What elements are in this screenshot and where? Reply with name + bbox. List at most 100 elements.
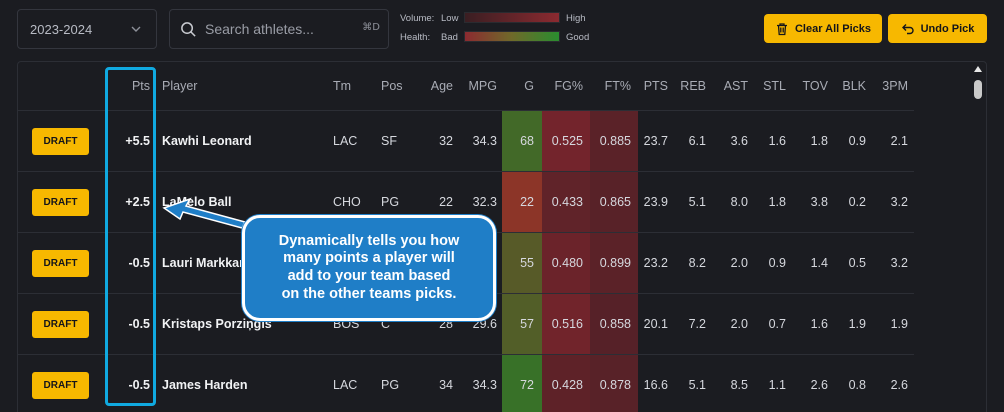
steals-cell: 1.6 xyxy=(768,134,786,148)
games-cell: 72 xyxy=(502,355,542,412)
ft-pct-cell: 0.865 xyxy=(590,172,638,232)
three-pm-cell: 1.9 xyxy=(890,317,908,331)
column-header-blk[interactable]: BLK xyxy=(836,62,866,110)
column-header-tov[interactable]: TOV xyxy=(798,62,828,110)
draft-cell: DRAFT xyxy=(18,294,103,354)
draft-cell: DRAFT xyxy=(18,172,103,232)
steals-cell: 0.7 xyxy=(768,317,786,331)
volume-gradient-bar xyxy=(464,12,560,23)
mpg-cell: 34.3 xyxy=(472,378,497,392)
rebounds-cell: 5.1 xyxy=(688,378,706,392)
draft-cell: DRAFT xyxy=(18,355,103,412)
chevron-down-icon xyxy=(131,26,141,32)
draft-button[interactable]: DRAFT xyxy=(32,310,89,338)
games-cell: 57 xyxy=(502,294,542,354)
scrollbar-thumb[interactable] xyxy=(974,80,982,99)
rebounds-cell: 5.1 xyxy=(688,195,706,209)
points-cell: 23.7 xyxy=(643,134,668,148)
blocks-cell: 0.5 xyxy=(848,256,866,270)
scroll-up-arrow-icon[interactable] xyxy=(974,66,982,72)
column-header-ast[interactable]: AST xyxy=(718,62,748,110)
column-header-reb[interactable]: REB xyxy=(678,62,706,110)
mpg-cell: 34.3 xyxy=(472,134,497,148)
draft-button[interactable]: DRAFT xyxy=(32,188,89,216)
blocks-cell: 0.2 xyxy=(848,195,866,209)
points-cell: 20.1 xyxy=(643,317,668,331)
fg-pct-cell: 0.516 xyxy=(542,294,590,354)
draft-cell: DRAFT xyxy=(18,233,103,293)
age-cell: 32 xyxy=(439,134,453,148)
search-icon xyxy=(181,22,196,37)
fg-pct-cell: 0.525 xyxy=(542,111,590,171)
ft-pct-cell: 0.858 xyxy=(590,294,638,354)
search-shortcut: ⌘D xyxy=(362,22,380,33)
column-header-player[interactable]: Player xyxy=(162,62,282,110)
player-name-cell[interactable]: James Harden xyxy=(162,355,282,412)
blocks-cell: 1.9 xyxy=(848,317,866,331)
turnovers-cell: 1.8 xyxy=(810,134,828,148)
position-cell: PG xyxy=(381,378,400,392)
assists-cell: 8.0 xyxy=(730,195,748,209)
fg-pct-cell: 0.428 xyxy=(542,355,590,412)
search-box[interactable]: ⌘D xyxy=(169,9,389,49)
team-cell: LAC xyxy=(333,134,358,148)
three-pm-cell: 2.1 xyxy=(890,134,908,148)
fg-pct-cell: 0.480 xyxy=(542,233,590,293)
team-cell: LAC xyxy=(333,378,358,392)
steals-cell: 1.1 xyxy=(768,378,786,392)
blocks-cell: 0.8 xyxy=(848,378,866,392)
player-name-cell[interactable]: Kawhi Leonard xyxy=(162,111,282,171)
clear-all-picks-button[interactable]: Clear All Picks xyxy=(764,14,882,43)
assists-cell: 2.0 xyxy=(730,256,748,270)
three-pm-cell: 3.2 xyxy=(890,195,908,209)
rebounds-cell: 8.2 xyxy=(688,256,706,270)
health-gradient-bar xyxy=(464,31,560,42)
blocks-cell: 0.9 xyxy=(848,134,866,148)
season-value: 2023-2024 xyxy=(30,21,93,37)
clear-all-picks-label: Clear All Picks xyxy=(794,22,872,35)
volume-legend-label: Volume: xyxy=(400,13,435,24)
turnovers-cell: 2.6 xyxy=(810,378,828,392)
annotation-callout: Dynamically tells you how many points a … xyxy=(242,215,496,321)
pts-column-highlight xyxy=(105,67,156,406)
column-header-g[interactable]: G xyxy=(502,62,542,110)
column-header-ft[interactable]: FT% xyxy=(590,62,638,110)
rebounds-cell: 7.2 xyxy=(688,317,706,331)
undo-pick-button[interactable]: Undo Pick xyxy=(888,14,987,43)
three-pm-cell: 2.6 xyxy=(890,378,908,392)
turnovers-cell: 1.6 xyxy=(810,317,828,331)
undo-icon xyxy=(901,23,914,34)
rebounds-cell: 6.1 xyxy=(688,134,706,148)
ft-pct-cell: 0.899 xyxy=(590,233,638,293)
ft-pct-cell: 0.885 xyxy=(590,111,638,171)
search-input[interactable] xyxy=(205,18,355,40)
draft-cell: DRAFT xyxy=(18,111,103,171)
points-cell: 23.2 xyxy=(643,256,668,270)
column-header-fg[interactable]: FG% xyxy=(542,62,590,110)
season-select[interactable]: 2023-2024 xyxy=(17,9,157,49)
undo-pick-label: Undo Pick xyxy=(920,22,975,35)
column-header-3pm[interactable]: 3PM xyxy=(878,62,908,110)
three-pm-cell: 3.2 xyxy=(890,256,908,270)
trash-icon xyxy=(776,22,787,35)
scrollbar[interactable] xyxy=(972,64,984,412)
position-cell: SF xyxy=(381,134,397,148)
column-header-age[interactable]: Age xyxy=(423,62,453,110)
draft-button[interactable]: DRAFT xyxy=(32,127,89,155)
callout-arrow-icon xyxy=(162,197,247,229)
column-header-tm[interactable]: Tm xyxy=(333,62,363,110)
draft-button[interactable]: DRAFT xyxy=(32,371,89,399)
fg-pct-cell: 0.433 xyxy=(542,172,590,232)
draft-button[interactable]: DRAFT xyxy=(32,249,89,277)
column-header-mpg[interactable]: MPG xyxy=(462,62,497,110)
column-header-pts-stat[interactable]: PTS xyxy=(638,62,668,110)
column-header-stl[interactable]: STL xyxy=(758,62,786,110)
column-header-pos[interactable]: Pos xyxy=(381,62,411,110)
steals-cell: 0.9 xyxy=(768,256,786,270)
age-cell: 34 xyxy=(439,378,453,392)
games-cell: 22 xyxy=(502,172,542,232)
games-cell: 68 xyxy=(502,111,542,171)
turnovers-cell: 3.8 xyxy=(810,195,828,209)
players-table: Pts Player Tm Pos Age MPG G FG% FT% PTS … xyxy=(17,61,987,412)
volume-legend-high: High xyxy=(566,13,586,24)
